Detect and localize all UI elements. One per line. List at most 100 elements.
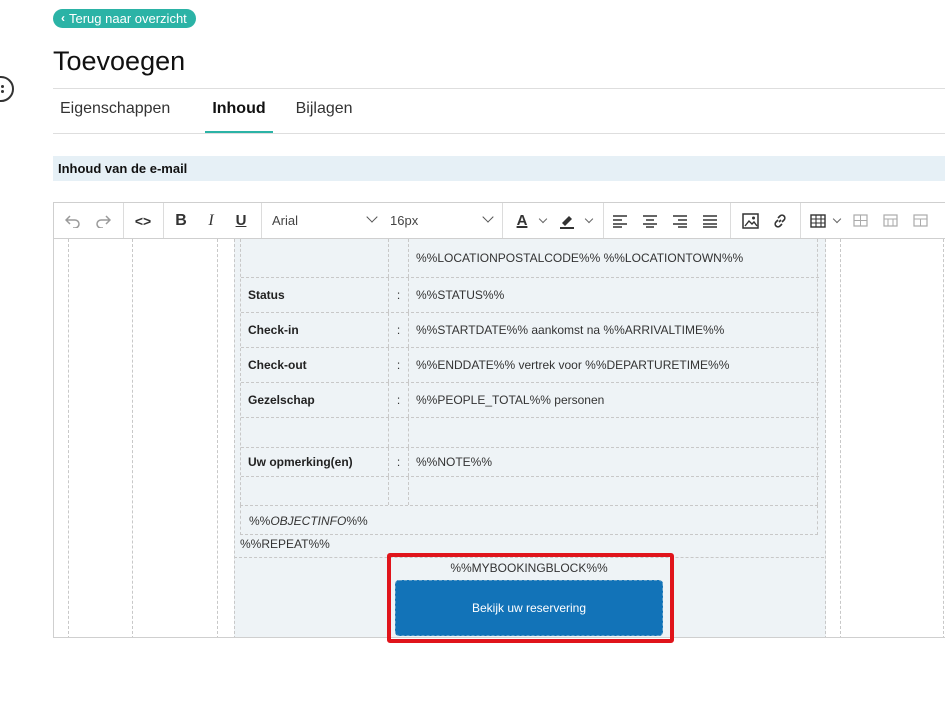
- row-value: %%NOTE%%: [416, 455, 493, 469]
- view-reservation-button[interactable]: Bekijk uw reservering: [395, 580, 663, 636]
- image-icon: [741, 212, 759, 229]
- code-view-button[interactable]: <>: [132, 203, 154, 238]
- layout-guide: [68, 239, 69, 637]
- row-separator: [389, 418, 409, 447]
- row-separator: :: [389, 383, 409, 417]
- chevron-down-icon: [482, 211, 494, 223]
- align-center-button[interactable]: [641, 203, 659, 238]
- layout-guide: [217, 239, 218, 637]
- row-label: Uw opmerking(en): [241, 448, 389, 476]
- layout-guide: [132, 239, 133, 637]
- link-icon: [774, 213, 786, 228]
- undo-icon: [65, 214, 80, 228]
- back-button-label: Terug naar overzicht: [69, 11, 187, 26]
- row-label: Status: [241, 278, 389, 312]
- insert-table-button[interactable]: [809, 203, 827, 238]
- highlighter-icon: [560, 215, 574, 229]
- divider: [53, 133, 945, 134]
- row-value: %%PEOPLE_TOTAL%% personen: [416, 393, 605, 407]
- tab-bar: Eigenschappen Inhoud Bijlagen: [53, 89, 376, 134]
- align-left-icon: [613, 214, 627, 228]
- row-label: Gezelschap: [241, 383, 389, 417]
- chevron-down-icon[interactable]: [832, 214, 842, 224]
- object-info-placeholder: %%OBJECTINFO%%: [240, 505, 818, 535]
- align-center-icon: [643, 214, 657, 228]
- undo-button[interactable]: [62, 203, 84, 238]
- table-row: [241, 477, 819, 505]
- tab-bijlagen[interactable]: Bijlagen: [289, 89, 360, 133]
- font-size-value: 16px: [390, 213, 419, 228]
- table-icon: [810, 213, 826, 228]
- object-info-suffix: %%: [346, 514, 368, 528]
- row-separator: :: [389, 448, 409, 476]
- chevron-down-icon: [366, 211, 378, 223]
- bold-button[interactable]: B: [172, 203, 190, 238]
- highlight-color-button[interactable]: [557, 203, 577, 238]
- toolbar-separator: [800, 203, 801, 238]
- table-delete-button[interactable]: [911, 203, 929, 238]
- chevron-down-icon[interactable]: [538, 214, 548, 224]
- underline-button[interactable]: U: [232, 203, 250, 238]
- table-row: Gezelschap : %%PEOPLE_TOTAL%% personen: [241, 383, 819, 418]
- back-to-overview-button[interactable]: ‹ Terug naar overzicht: [53, 9, 196, 28]
- row-label: Check-in: [241, 313, 389, 347]
- table-row: Check-out : %%ENDDATE%% vertrek voor %%D…: [241, 348, 819, 383]
- rich-text-editor: <> B I U Arial 16px A %%LOCATIONPOSTALCO…: [53, 202, 945, 638]
- row-value: [409, 418, 819, 447]
- table-row: Check-in : %%STARTDATE%% aankomst na %%A…: [241, 313, 819, 348]
- table-insert-column-button[interactable]: [881, 203, 899, 238]
- align-justify-icon: [703, 214, 717, 228]
- row-value: %%LOCATIONPOSTALCODE%% %%LOCATIONTOWN%%: [416, 251, 744, 265]
- object-info-prefix: %%: [249, 514, 271, 528]
- align-left-button[interactable]: [611, 203, 629, 238]
- chevron-down-icon[interactable]: [584, 214, 594, 224]
- table-insert-row-button[interactable]: [851, 203, 869, 238]
- row-label: [241, 239, 389, 277]
- row-separator: :: [389, 348, 409, 382]
- repeat-placeholder: %%REPEAT%%: [240, 537, 330, 551]
- page-title: Toevoegen: [53, 46, 186, 76]
- table-row: Uw opmerking(en) : %%NOTE%%: [241, 448, 819, 477]
- toolbar-separator: [261, 203, 262, 238]
- editor-toolbar: <> B I U Arial 16px A: [54, 203, 945, 239]
- editor-content[interactable]: %%LOCATIONPOSTALCODE%% %%LOCATIONTOWN%% …: [54, 239, 945, 637]
- align-right-icon: [673, 214, 687, 228]
- table-column-icon: [882, 214, 898, 227]
- italic-button[interactable]: I: [202, 203, 220, 238]
- insert-link-button[interactable]: [770, 203, 790, 238]
- toolbar-separator: [123, 203, 124, 238]
- align-right-button[interactable]: [671, 203, 689, 238]
- row-separator: :: [389, 278, 409, 312]
- table-row-icon: [852, 214, 868, 227]
- table-cells-icon: [912, 214, 928, 227]
- row-value: %%ENDDATE%% vertrek voor %%DEPARTURETIME…: [416, 358, 730, 372]
- font-size-select[interactable]: 16px: [390, 203, 494, 238]
- chevron-left-icon: ‹: [61, 11, 65, 25]
- toolbar-separator: [502, 203, 503, 238]
- font-family-value: Arial: [272, 213, 299, 228]
- booking-details-table: %%LOCATIONPOSTALCODE%% %%LOCATIONTOWN%% …: [240, 239, 819, 505]
- redo-icon: [96, 214, 111, 228]
- font-color-button[interactable]: A: [513, 203, 531, 238]
- tab-eigenschappen[interactable]: Eigenschappen: [53, 89, 177, 133]
- row-label: Check-out: [241, 348, 389, 382]
- row-separator: [389, 239, 409, 277]
- font-family-select[interactable]: Arial: [272, 203, 378, 238]
- tab-inhoud[interactable]: Inhoud: [205, 89, 273, 134]
- table-row: %%LOCATIONPOSTALCODE%% %%LOCATIONTOWN%%: [241, 239, 819, 278]
- row-label: [241, 477, 389, 505]
- table-row: Status : %%STATUS%%: [241, 278, 819, 313]
- toolbar-separator: [730, 203, 731, 238]
- row-separator: :: [389, 313, 409, 347]
- divider: [234, 557, 824, 558]
- insert-image-button[interactable]: [740, 203, 760, 238]
- object-info-name: OBJECTINFO: [270, 514, 347, 528]
- sidebar-toggle-icon[interactable]: [0, 76, 14, 102]
- align-justify-button[interactable]: [701, 203, 719, 238]
- row-value: %%STARTDATE%% aankomst na %%ARRIVALTIME%…: [416, 323, 725, 337]
- redo-button[interactable]: [92, 203, 114, 238]
- toolbar-separator: [163, 203, 164, 238]
- row-value: [409, 477, 819, 505]
- layout-guide: [840, 239, 841, 637]
- row-value: %%STATUS%%: [416, 288, 505, 302]
